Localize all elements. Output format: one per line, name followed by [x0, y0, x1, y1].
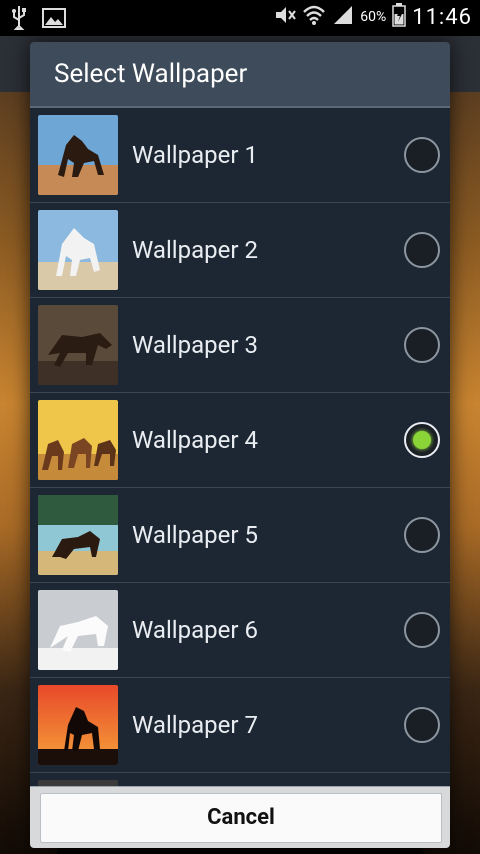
wallpaper-thumbnail-1 — [38, 115, 118, 195]
mute-icon — [274, 5, 297, 29]
wifi-icon — [302, 4, 326, 30]
wallpaper-thumbnail-5 — [38, 495, 118, 575]
wallpaper-label: Wallpaper 6 — [132, 616, 258, 644]
wallpaper-item-1[interactable]: Wallpaper 1 — [30, 108, 450, 203]
radio-button[interactable] — [404, 327, 440, 363]
wallpaper-label: Wallpaper 7 — [132, 711, 258, 739]
dialog-title: Select Wallpaper — [30, 42, 450, 108]
wallpaper-label: Wallpaper 5 — [132, 521, 258, 549]
clock: 11:46 — [412, 4, 472, 30]
signal-icon — [332, 4, 354, 30]
wallpaper-thumbnail-3 — [38, 305, 118, 385]
radio-button[interactable] — [404, 517, 440, 553]
wallpaper-thumbnail-7 — [38, 685, 118, 765]
select-wallpaper-dialog: Select Wallpaper Wallpaper 1 Wallpaper 2… — [30, 42, 450, 848]
radio-selected-dot — [413, 431, 431, 449]
wallpaper-item-4[interactable]: Wallpaper 4 — [30, 393, 450, 488]
wallpaper-thumbnail-4 — [38, 400, 118, 480]
status-bar: 60% 11:46 — [0, 0, 480, 36]
wallpaper-label: Wallpaper 4 — [132, 426, 258, 454]
wallpaper-list[interactable]: Wallpaper 1 Wallpaper 2 Wallpaper 3 Wall… — [30, 108, 450, 786]
wallpaper-label: Wallpaper 3 — [132, 331, 258, 359]
radio-button[interactable] — [404, 232, 440, 268]
dialog-footer: Cancel — [30, 786, 450, 848]
wallpaper-item-2[interactable]: Wallpaper 2 — [30, 203, 450, 298]
radio-button[interactable] — [404, 707, 440, 743]
image-icon — [42, 8, 66, 32]
cancel-button[interactable]: Cancel — [40, 793, 442, 843]
wallpaper-item-7[interactable]: Wallpaper 7 — [30, 678, 450, 773]
wallpaper-label: Wallpaper 1 — [132, 141, 258, 169]
wallpaper-item-3[interactable]: Wallpaper 3 — [30, 298, 450, 393]
battery-percent: 60% — [360, 9, 387, 25]
battery-icon — [392, 3, 406, 31]
radio-button[interactable] — [404, 612, 440, 648]
radio-button[interactable] — [404, 137, 440, 173]
wallpaper-thumbnail-2 — [38, 210, 118, 290]
wallpaper-item-partial[interactable] — [30, 773, 450, 786]
wallpaper-item-5[interactable]: Wallpaper 5 — [30, 488, 450, 583]
wallpaper-thumbnail-6 — [38, 590, 118, 670]
usb-icon — [10, 6, 28, 34]
wallpaper-item-6[interactable]: Wallpaper 6 — [30, 583, 450, 678]
wallpaper-label: Wallpaper 2 — [132, 236, 258, 264]
radio-button-selected[interactable] — [404, 422, 440, 458]
